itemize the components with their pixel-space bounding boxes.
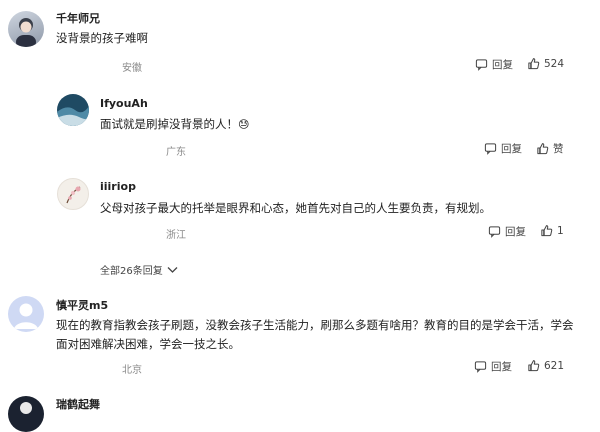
comment-text-body: 面试就是刷掉没背景的人！: [100, 117, 238, 131]
comment-text: 没背景的孩子难啊: [56, 31, 148, 45]
thumbs-up-icon: [528, 360, 540, 372]
thumbs-up-icon: [528, 58, 540, 70]
expand-replies-button[interactable]: 全部26条回复: [100, 262, 178, 277]
thumbs-up-icon: [537, 143, 549, 155]
reply-button[interactable]: 回复: [488, 224, 526, 239]
like-count: 赞: [553, 143, 564, 155]
username[interactable]: 瑞鹤起舞: [56, 396, 100, 412]
like-count: 524: [544, 57, 565, 70]
reply-button[interactable]: 回复: [474, 359, 512, 374]
username[interactable]: 慎平灵m5: [56, 297, 108, 313]
username[interactable]: 千年师兄: [56, 10, 100, 26]
username[interactable]: iiiriop: [100, 180, 136, 193]
reply-label: 回复: [505, 226, 526, 238]
thumbs-up-icon: [541, 225, 553, 237]
chevron-down-icon: [167, 266, 178, 273]
reply-label: 回复: [492, 59, 513, 71]
expand-replies-label: 全部26条回复: [100, 266, 163, 277]
reply-label: 回复: [501, 143, 522, 155]
avatar[interactable]: [57, 94, 89, 126]
reply-icon: [484, 143, 497, 155]
reply-label: 回复: [491, 361, 512, 373]
reply-icon: [474, 361, 487, 373]
sweat-emoji: 😓: [238, 118, 250, 131]
like-button[interactable]: 621: [527, 359, 564, 372]
username[interactable]: IfyouAh: [100, 97, 148, 110]
comment-location: 浙江: [166, 230, 186, 241]
comment-text-line-1: 现在的教育指教会孩子刷题，没教会孩子生活能力，刷那么多题有啥用？教育的目的是学会…: [56, 318, 574, 332]
like-count: 621: [544, 359, 565, 372]
like-button[interactable]: 524: [527, 57, 564, 70]
avatar[interactable]: [57, 178, 89, 210]
comment-location: 北京: [122, 365, 142, 376]
like-count: 1: [557, 224, 564, 237]
comment-text-line-2: 面对困难解决困难，学会一技之长。: [56, 337, 240, 351]
avatar[interactable]: [8, 11, 44, 47]
like-button[interactable]: 赞: [536, 141, 564, 156]
reply-button[interactable]: 回复: [484, 141, 522, 156]
comment-text: 父母对孩子最大的托举是眼界和心态，她首先对自己的人生要负责，有规划。: [100, 201, 491, 215]
like-button[interactable]: 1: [540, 224, 564, 237]
reply-button[interactable]: 回复: [475, 57, 513, 72]
avatar[interactable]: [8, 396, 44, 432]
comment-location: 安徽: [122, 63, 142, 74]
comment-location: 广东: [166, 147, 186, 158]
comment-text: 面试就是刷掉没背景的人！😓: [100, 114, 249, 135]
reply-icon: [475, 59, 488, 71]
avatar[interactable]: [8, 296, 44, 332]
reply-icon: [488, 226, 501, 238]
